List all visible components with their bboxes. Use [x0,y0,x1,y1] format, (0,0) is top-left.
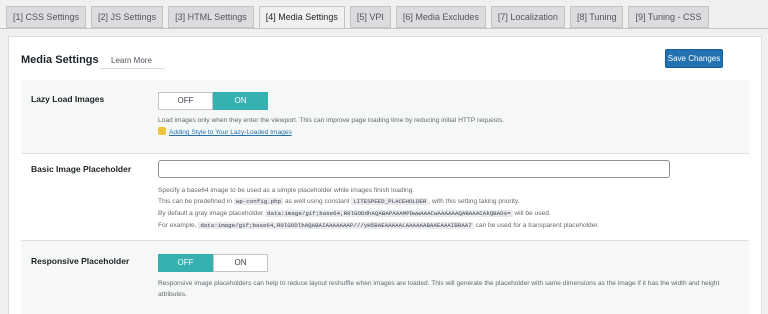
lazy-load-toggle[interactable]: OFF ON [158,92,269,110]
constant-code: LITESPEED_PLACEHOLDER [351,198,429,205]
save-changes-button[interactable]: Save Changes [665,49,723,68]
tab-js-settings[interactable]: [2] JS Settings [91,6,164,28]
lazy-load-style-link[interactable]: Adding Style to Your Lazy-Loaded Images [169,129,292,136]
tab-bar-divider [0,28,768,29]
lazy-load-label: Lazy Load Images [31,94,105,104]
basic-placeholder-desc-2: This can be predefined in wp-config.php … [158,198,520,205]
tab-tuning-css[interactable]: [9] Tuning - CSS [628,6,709,28]
tab-tuning[interactable]: [8] Tuning [569,6,624,28]
default-placeholder-code: data:image/gif;base64,R0lGODdhAQABAPAAAM… [265,210,513,217]
basic-placeholder-desc-4: For example, data:image/gif;base64,R0lGO… [158,222,600,229]
responsive-on-option[interactable]: ON [213,254,268,272]
lazy-load-off-option[interactable]: OFF [158,92,213,110]
basic-placeholder-desc-3: By default a gray image placeholder data… [158,210,551,217]
tab-bar: [1] CSS Settings [2] JS Settings [3] HTM… [6,6,714,29]
responsive-placeholder-toggle[interactable]: OFF ON [158,254,269,272]
tab-html-settings[interactable]: [3] HTML Settings [168,6,254,28]
responsive-placeholder-label: Responsive Placeholder [31,256,130,266]
settings-panel: Media Settings Learn More Save Changes L… [8,36,762,314]
tab-css-settings[interactable]: [1] CSS Settings [6,6,87,28]
tab-vpi[interactable]: [5] VPI [349,6,391,28]
title-divider [100,68,165,69]
tab-media-settings[interactable]: [4] Media Settings [258,6,345,29]
setting-row-basic-placeholder: Basic Image Placeholder Specify a base64… [21,154,749,240]
basic-placeholder-desc-1: Specify a base64 image to be used as a s… [158,187,415,194]
transparent-placeholder-code: data:image/gif;base64,R0lGODlhAQABAIAAAA… [198,222,474,229]
page-title: Media Settings [21,54,99,66]
wp-config-code: wp-config.php [233,198,284,205]
basic-placeholder-label: Basic Image Placeholder [31,164,132,174]
setting-row-lazy-load: Lazy Load Images OFF ON Load images only… [21,80,749,153]
tab-media-excludes[interactable]: [6] Media Excludes [395,6,486,28]
basic-placeholder-input[interactable] [158,160,670,178]
setting-row-responsive-placeholder: Responsive Placeholder OFF ON Responsive… [21,241,749,314]
responsive-description-1: Responsive image placeholders can help t… [158,280,720,287]
lazy-load-description: Load images only when they enter the vie… [158,117,505,124]
lazy-load-tip: Adding Style to Your Lazy-Loaded Images [158,127,292,138]
responsive-off-option[interactable]: OFF [158,254,213,272]
lazy-load-on-option[interactable]: ON [213,92,268,110]
tab-localization[interactable]: [7] Localization [490,6,565,28]
learn-more-link[interactable]: Learn More [111,56,152,65]
responsive-description-2: attributes. [158,291,187,298]
pointing-hand-icon [158,127,166,135]
